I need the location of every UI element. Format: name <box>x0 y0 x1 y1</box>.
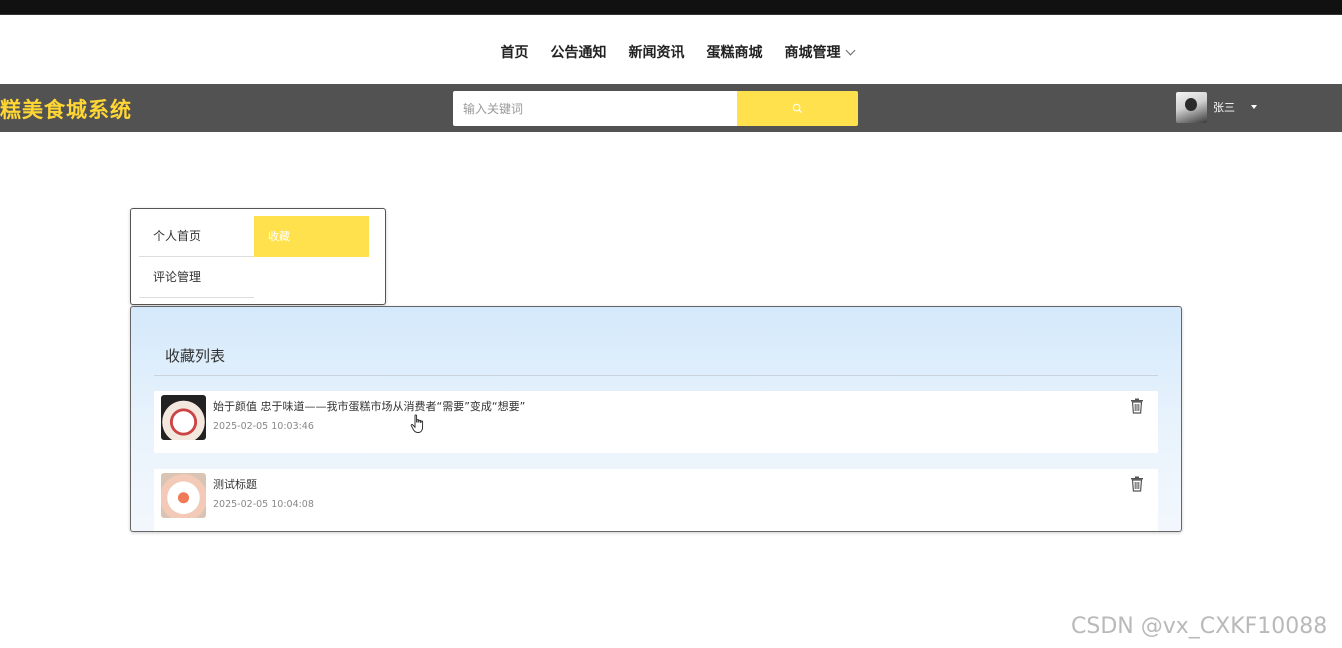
favorite-time: 2025-02-05 10:03:46 <box>213 421 314 432</box>
divider <box>154 375 1158 376</box>
search-bar <box>453 91 858 126</box>
favorite-title[interactable]: 测试标题 <box>213 476 257 492</box>
favorite-item[interactable]: 测试标题 2025-02-05 10:04:08 <box>154 469 1158 531</box>
favorite-thumbnail <box>161 473 206 518</box>
favorite-thumbnail <box>161 395 206 440</box>
nav-shop-management[interactable]: 商城管理 <box>784 40 855 66</box>
trash-icon[interactable] <box>1130 476 1144 492</box>
nav-cake-shop[interactable]: 蛋糕商城 <box>707 40 763 66</box>
nav-news[interactable]: 新闻资讯 <box>629 40 685 66</box>
hand-cursor-icon <box>410 414 424 433</box>
header-bar: 糕美食城系统 张三 <box>0 84 1342 132</box>
user-name: 张三 <box>1213 101 1235 114</box>
trash-icon[interactable] <box>1130 398 1144 414</box>
search-button[interactable] <box>737 91 858 126</box>
nav-shop-management-label: 商城管理 <box>784 45 841 61</box>
window-top-strip <box>0 0 1342 15</box>
nav-announcements[interactable]: 公告通知 <box>551 40 607 66</box>
search-icon <box>792 103 803 114</box>
caret-down-icon <box>1251 105 1257 109</box>
watermark: CSDN @vx_CXKF10088 <box>1071 614 1328 639</box>
menu-item-comment-management[interactable]: 评论管理 <box>139 257 254 298</box>
nav-home[interactable]: 首页 <box>501 40 529 66</box>
top-navigation: 首页 公告通知 新闻资讯 蛋糕商城 商城管理 <box>0 40 1342 66</box>
chevron-down-icon <box>845 45 855 56</box>
site-logo[interactable]: 糕美食城系统 <box>0 94 132 124</box>
favorites-title: 收藏列表 <box>165 347 226 365</box>
menu-item-favorites[interactable]: 收藏 <box>254 216 369 257</box>
favorite-title[interactable]: 始于颜值 忠于味道——我市蛋糕市场从消费者“需要”变成“想要” <box>213 398 525 414</box>
favorites-panel: 收藏列表 始于颜值 忠于味道——我市蛋糕市场从消费者“需要”变成“想要” 202… <box>130 306 1182 532</box>
side-menu: 个人首页 收藏 评论管理 <box>130 208 386 305</box>
menu-item-personal-home[interactable]: 个人首页 <box>139 216 254 257</box>
favorite-item[interactable]: 始于颜值 忠于味道——我市蛋糕市场从消费者“需要”变成“想要” 2025-02-… <box>154 391 1158 453</box>
user-menu[interactable]: 张三 <box>1176 90 1257 124</box>
favorite-time: 2025-02-05 10:04:08 <box>213 499 314 510</box>
search-input[interactable] <box>453 91 737 126</box>
avatar <box>1176 91 1207 123</box>
